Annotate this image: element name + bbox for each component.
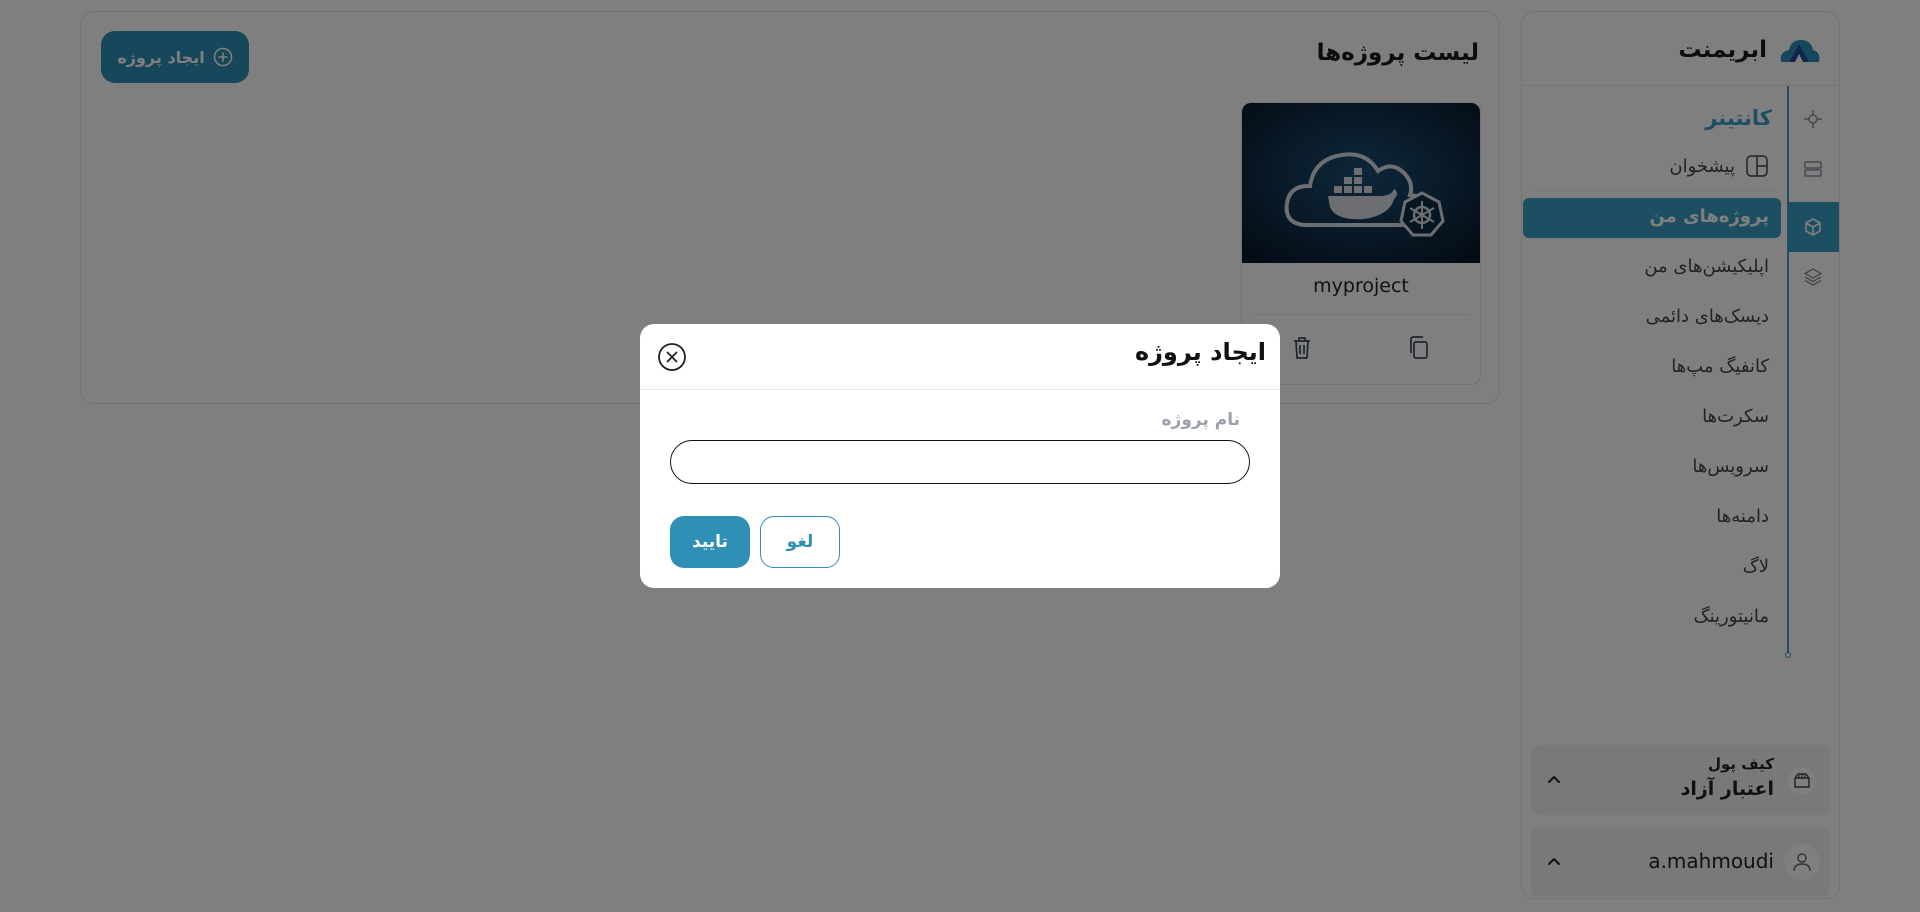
cancel-button[interactable]: لغو: [760, 516, 840, 568]
modal-divider: [640, 389, 1280, 390]
create-project-modal: ایجاد پروژه نام پروژه تایید لغو: [640, 324, 1280, 588]
modal-title: ایجاد پروژه: [1134, 338, 1266, 366]
project-name-label: نام پروژه: [1161, 410, 1241, 430]
close-icon: [658, 343, 686, 371]
project-name-input[interactable]: [670, 440, 1250, 484]
confirm-button[interactable]: تایید: [670, 516, 750, 568]
close-modal-button[interactable]: [657, 342, 687, 372]
